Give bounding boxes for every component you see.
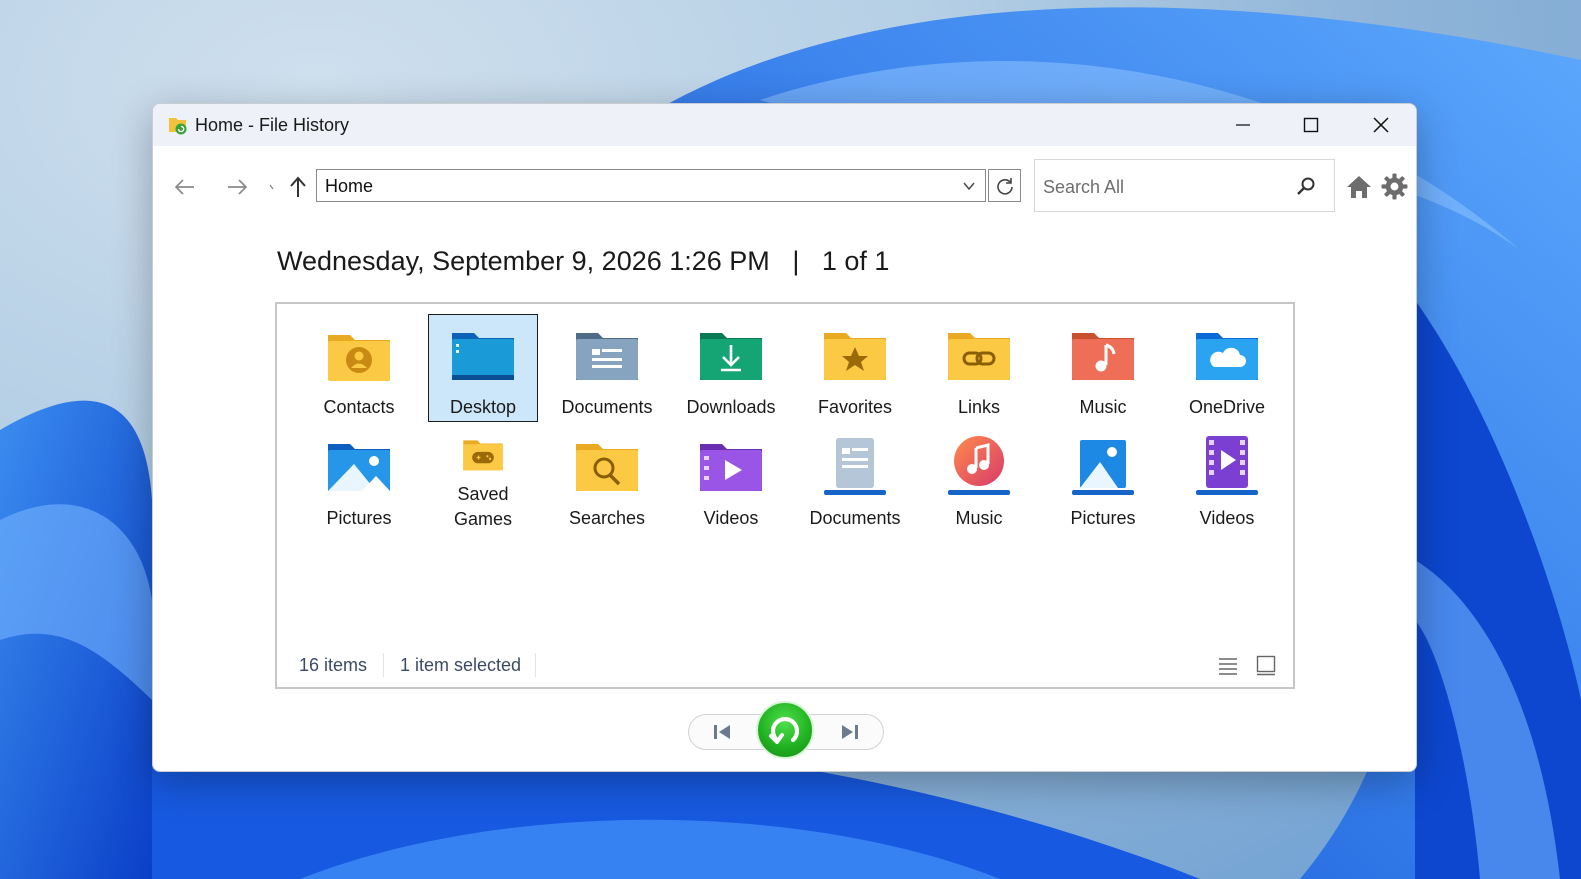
back-button[interactable] xyxy=(167,156,203,218)
pictures-library-icon xyxy=(1072,440,1134,495)
item-label: Videos xyxy=(1199,508,1255,528)
item-label: Pictures xyxy=(1070,508,1136,528)
saved-games-folder-icon xyxy=(463,440,503,471)
snapshot-position: 1 of 1 xyxy=(821,246,890,276)
arrow-up-icon xyxy=(290,176,306,197)
large-icons-view-icon[interactable] xyxy=(1255,654,1277,676)
videos-library-icon xyxy=(1196,436,1258,495)
item-label: Searches xyxy=(568,508,646,528)
chevron-down-icon[interactable] xyxy=(961,178,977,194)
close-button[interactable] xyxy=(1346,104,1416,146)
item-label: OneDrive xyxy=(1188,397,1266,417)
item-label: Downloads xyxy=(686,397,776,417)
close-icon xyxy=(1373,117,1389,133)
item-documents[interactable]: Documents xyxy=(552,314,662,422)
arrow-left-icon xyxy=(174,179,194,195)
videos-folder-icon xyxy=(700,444,762,491)
item-videos-library[interactable]: Videos xyxy=(1172,425,1282,533)
snapshot-datetime: Wednesday, September 9, 2026 1:26 PM xyxy=(277,246,770,276)
file-history-window: Home - File History Home Search All Wedn… xyxy=(152,103,1417,772)
title-bar: Home - File History xyxy=(153,104,1416,146)
item-music[interactable]: Music xyxy=(1048,314,1158,422)
selection-count: 1 item selected xyxy=(400,655,522,675)
address-bar[interactable]: Home xyxy=(316,169,986,202)
searches-folder-icon xyxy=(576,444,638,491)
snapshot-header: Wednesday, September 9, 2026 1:26 PM | 1… xyxy=(277,246,889,277)
documents-library-icon xyxy=(824,438,886,495)
item-downloads[interactable]: Downloads xyxy=(676,314,786,422)
items-grid: Contacts Desktop Documents Downloads Fav… xyxy=(297,314,1289,536)
item-contacts[interactable]: Contacts xyxy=(304,314,414,422)
item-label: Favorites xyxy=(817,397,893,417)
up-button[interactable] xyxy=(281,156,315,218)
file-browser-pane: Contacts Desktop Documents Downloads Fav… xyxy=(275,302,1295,689)
item-label: Contacts xyxy=(323,397,395,417)
search-input[interactable] xyxy=(1041,172,1285,202)
item-label: Links xyxy=(957,397,1001,417)
item-videos[interactable]: Videos xyxy=(676,425,786,533)
links-folder-icon xyxy=(948,333,1010,380)
item-count: 16 items xyxy=(299,655,368,675)
item-desktop[interactable]: Desktop xyxy=(428,314,538,422)
item-saved-games[interactable]: Saved Games xyxy=(428,425,538,533)
downloads-folder-icon xyxy=(700,333,762,380)
item-label: Music xyxy=(955,508,1003,528)
restore-icon xyxy=(769,717,800,744)
item-label: Documents xyxy=(809,508,901,528)
minimize-icon xyxy=(1236,124,1250,126)
item-documents-library[interactable]: Documents xyxy=(800,425,910,533)
refresh-button[interactable] xyxy=(988,169,1021,202)
details-view-icon[interactable] xyxy=(1217,655,1239,677)
refresh-icon xyxy=(996,177,1013,195)
item-pictures-library[interactable]: Pictures xyxy=(1048,425,1158,533)
file-history-app-icon xyxy=(167,114,189,136)
item-label: Videos xyxy=(703,508,759,528)
status-divider xyxy=(535,653,536,677)
restore-button[interactable] xyxy=(756,701,814,759)
previous-version-icon[interactable] xyxy=(711,722,733,742)
search-box[interactable] xyxy=(1034,159,1335,212)
contacts-folder-icon xyxy=(328,335,390,381)
snapshot-separator: | xyxy=(792,246,800,276)
arrow-right-icon xyxy=(228,179,248,195)
documents-folder-icon xyxy=(576,333,638,380)
toolbar: Home xyxy=(153,156,1416,218)
onedrive-folder-icon xyxy=(1196,333,1258,380)
music-library-icon xyxy=(948,436,1010,495)
status-bar: 16 items 1 item selected xyxy=(277,647,1293,687)
favorites-folder-icon xyxy=(824,333,886,380)
item-label: Documents xyxy=(561,397,653,417)
maximize-button[interactable] xyxy=(1276,104,1346,146)
next-version-icon[interactable] xyxy=(839,722,861,742)
search-icon[interactable] xyxy=(1296,176,1316,196)
item-label: Saved Games xyxy=(453,484,513,529)
gear-icon[interactable] xyxy=(1381,173,1408,200)
chevron-down-icon xyxy=(269,184,274,190)
minimize-button[interactable] xyxy=(1208,104,1278,146)
pictures-folder-icon xyxy=(328,444,390,491)
forward-button[interactable] xyxy=(219,156,255,218)
home-icon[interactable] xyxy=(1346,174,1372,200)
item-label: Desktop xyxy=(449,397,517,417)
recent-locations-button[interactable] xyxy=(263,156,283,218)
item-label: Music xyxy=(1079,397,1127,417)
window-title: Home - File History xyxy=(195,115,350,135)
desktop-folder-icon xyxy=(452,333,514,380)
item-searches[interactable]: Searches xyxy=(552,425,662,533)
item-links[interactable]: Links xyxy=(924,314,1034,422)
item-pictures[interactable]: Pictures xyxy=(304,425,414,533)
item-favorites[interactable]: Favorites xyxy=(800,314,910,422)
maximize-icon xyxy=(1303,117,1319,133)
status-divider xyxy=(383,653,384,677)
item-label: Pictures xyxy=(326,508,392,528)
item-onedrive[interactable]: OneDrive xyxy=(1172,314,1282,422)
music-folder-icon xyxy=(1072,333,1134,380)
item-music-library[interactable]: Music xyxy=(924,425,1034,533)
address-text: Home xyxy=(325,176,374,196)
